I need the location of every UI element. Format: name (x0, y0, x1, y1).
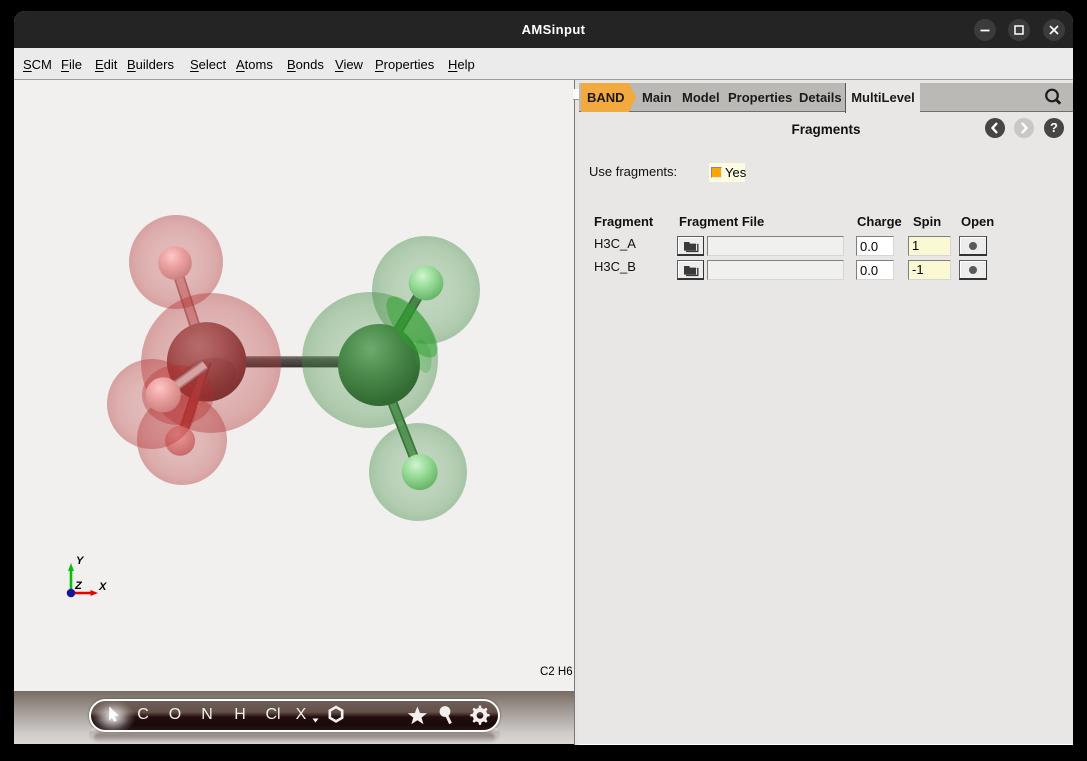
svg-text:C2 H6: C2 H6 (540, 666, 573, 678)
svg-text:Z: Z (74, 580, 83, 592)
svg-text:Y: Y (76, 555, 85, 567)
svg-text:X: X (98, 581, 107, 593)
